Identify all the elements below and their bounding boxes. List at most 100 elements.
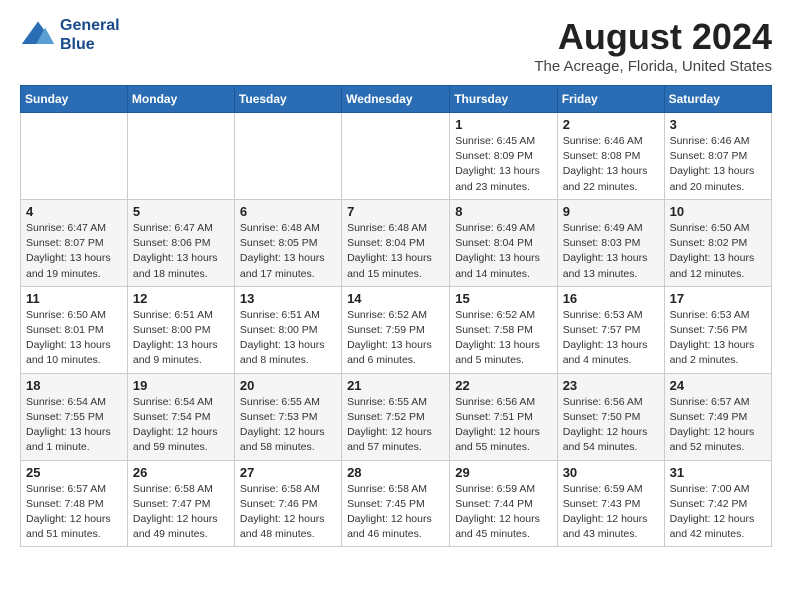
calendar-header-wednesday: Wednesday [342,86,450,113]
calendar-header-thursday: Thursday [450,86,557,113]
calendar-cell: 10Sunrise: 6:50 AM Sunset: 8:02 PM Dayli… [664,199,771,286]
day-number: 14 [347,291,444,306]
day-info: Sunrise: 6:52 AM Sunset: 7:58 PM Dayligh… [455,308,551,369]
page-header: General Blue August 2024 The Acreage, Fl… [20,16,772,75]
day-number: 2 [563,117,659,132]
day-number: 5 [133,204,229,219]
calendar-header-friday: Friday [557,86,664,113]
calendar-week-1: 1 Sunrise: 6:45 AM Sunset: 8:09 PM Daylig… [21,113,772,200]
day-info: Sunrise: 6:47 AM Sunset: 8:07 PM Dayligh… [26,221,122,282]
calendar-cell [21,113,128,200]
calendar-cell: 2 Sunrise: 6:46 AM Sunset: 8:08 PM Daylig… [557,113,664,200]
calendar-cell [234,113,341,200]
calendar-cell: 14 Sunrise: 6:52 AM Sunset: 7:59 PM Dayli… [342,286,450,373]
day-number: 25 [26,465,122,480]
day-number: 19 [133,378,229,393]
day-number: 1 [455,117,551,132]
day-info: Sunrise: 6:58 AM Sunset: 7:45 PM Dayligh… [347,482,444,543]
day-info: Sunrise: 6:46 AM Sunset: 8:07 PM Dayligh… [670,134,766,195]
day-info: Sunrise: 6:59 AM Sunset: 7:43 PM Dayligh… [563,482,659,543]
calendar-cell: 29 Sunrise: 6:59 AM Sunset: 7:44 PM Dayli… [450,460,557,547]
day-info: Sunrise: 6:57 AM Sunset: 7:49 PM Dayligh… [670,395,766,456]
calendar-header-monday: Monday [127,86,234,113]
day-number: 22 [455,378,551,393]
calendar-cell: 3 Sunrise: 6:46 AM Sunset: 8:07 PM Daylig… [664,113,771,200]
calendar-cell [127,113,234,200]
day-number: 7 [347,204,444,219]
day-info: Sunrise: 6:56 AM Sunset: 7:50 PM Dayligh… [563,395,659,456]
calendar-cell: 18Sunrise: 6:54 AM Sunset: 7:55 PM Dayli… [21,373,128,460]
calendar-cell: 5 Sunrise: 6:47 AM Sunset: 8:06 PM Daylig… [127,199,234,286]
day-info: Sunrise: 6:49 AM Sunset: 8:04 PM Dayligh… [455,221,551,282]
calendar-cell: 7 Sunrise: 6:48 AM Sunset: 8:04 PM Daylig… [342,199,450,286]
day-number: 26 [133,465,229,480]
logo: General Blue [20,16,120,54]
day-number: 17 [670,291,766,306]
calendar-week-3: 11Sunrise: 6:50 AM Sunset: 8:01 PM Dayli… [21,286,772,373]
calendar-cell: 6 Sunrise: 6:48 AM Sunset: 8:05 PM Daylig… [234,199,341,286]
calendar-cell: 30 Sunrise: 6:59 AM Sunset: 7:43 PM Dayli… [557,460,664,547]
calendar-week-5: 25Sunrise: 6:57 AM Sunset: 7:48 PM Dayli… [21,460,772,547]
day-info: Sunrise: 6:49 AM Sunset: 8:03 PM Dayligh… [563,221,659,282]
day-number: 29 [455,465,551,480]
day-info: Sunrise: 6:53 AM Sunset: 7:56 PM Dayligh… [670,308,766,369]
calendar-cell: 12 Sunrise: 6:51 AM Sunset: 8:00 PM Dayli… [127,286,234,373]
day-number: 12 [133,291,229,306]
day-info: Sunrise: 6:58 AM Sunset: 7:47 PM Dayligh… [133,482,229,543]
day-info: Sunrise: 6:48 AM Sunset: 8:04 PM Dayligh… [347,221,444,282]
calendar-cell: 9Sunrise: 6:49 AM Sunset: 8:03 PM Daylig… [557,199,664,286]
calendar: SundayMondayTuesdayWednesdayThursdayFrid… [20,85,772,547]
day-info: Sunrise: 6:52 AM Sunset: 7:59 PM Dayligh… [347,308,444,369]
day-number: 11 [26,291,122,306]
calendar-header-sunday: Sunday [21,86,128,113]
calendar-cell: 15 Sunrise: 6:52 AM Sunset: 7:58 PM Dayli… [450,286,557,373]
day-number: 24 [670,378,766,393]
day-number: 15 [455,291,551,306]
calendar-cell: 17 Sunrise: 6:53 AM Sunset: 7:56 PM Dayli… [664,286,771,373]
calendar-cell: 19 Sunrise: 6:54 AM Sunset: 7:54 PM Dayli… [127,373,234,460]
day-info: Sunrise: 6:51 AM Sunset: 8:00 PM Dayligh… [133,308,229,369]
day-info: Sunrise: 6:47 AM Sunset: 8:06 PM Dayligh… [133,221,229,282]
calendar-cell [342,113,450,200]
day-info: Sunrise: 6:59 AM Sunset: 7:44 PM Dayligh… [455,482,551,543]
day-number: 28 [347,465,444,480]
day-number: 21 [347,378,444,393]
day-info: Sunrise: 6:56 AM Sunset: 7:51 PM Dayligh… [455,395,551,456]
calendar-cell: 4Sunrise: 6:47 AM Sunset: 8:07 PM Daylig… [21,199,128,286]
day-number: 23 [563,378,659,393]
calendar-cell: 16Sunrise: 6:53 AM Sunset: 7:57 PM Dayli… [557,286,664,373]
logo-icon [20,17,56,53]
day-info: Sunrise: 6:54 AM Sunset: 7:54 PM Dayligh… [133,395,229,456]
day-number: 10 [670,204,766,219]
day-info: Sunrise: 6:48 AM Sunset: 8:05 PM Dayligh… [240,221,336,282]
day-info: Sunrise: 6:45 AM Sunset: 8:09 PM Dayligh… [455,134,551,195]
day-info: Sunrise: 6:51 AM Sunset: 8:00 PM Dayligh… [240,308,336,369]
calendar-cell: 25Sunrise: 6:57 AM Sunset: 7:48 PM Dayli… [21,460,128,547]
calendar-cell: 31 Sunrise: 7:00 AM Sunset: 7:42 PM Dayli… [664,460,771,547]
day-info: Sunrise: 7:00 AM Sunset: 7:42 PM Dayligh… [670,482,766,543]
day-info: Sunrise: 6:55 AM Sunset: 7:53 PM Dayligh… [240,395,336,456]
calendar-cell: 21 Sunrise: 6:55 AM Sunset: 7:52 PM Dayli… [342,373,450,460]
day-number: 20 [240,378,336,393]
day-number: 31 [670,465,766,480]
calendar-cell: 1 Sunrise: 6:45 AM Sunset: 8:09 PM Daylig… [450,113,557,200]
calendar-cell: 27 Sunrise: 6:58 AM Sunset: 7:46 PM Dayli… [234,460,341,547]
calendar-header-saturday: Saturday [664,86,771,113]
day-info: Sunrise: 6:53 AM Sunset: 7:57 PM Dayligh… [563,308,659,369]
day-number: 6 [240,204,336,219]
logo-text: General Blue [60,16,120,54]
day-number: 30 [563,465,659,480]
subtitle: The Acreage, Florida, United States [534,58,772,75]
calendar-header-row: SundayMondayTuesdayWednesdayThursdayFrid… [21,86,772,113]
calendar-cell: 13Sunrise: 6:51 AM Sunset: 8:00 PM Dayli… [234,286,341,373]
day-number: 3 [670,117,766,132]
calendar-cell: 22 Sunrise: 6:56 AM Sunset: 7:51 PM Dayli… [450,373,557,460]
day-info: Sunrise: 6:55 AM Sunset: 7:52 PM Dayligh… [347,395,444,456]
day-info: Sunrise: 6:58 AM Sunset: 7:46 PM Dayligh… [240,482,336,543]
calendar-cell: 24 Sunrise: 6:57 AM Sunset: 7:49 PM Dayli… [664,373,771,460]
calendar-cell: 23 Sunrise: 6:56 AM Sunset: 7:50 PM Dayli… [557,373,664,460]
day-number: 27 [240,465,336,480]
day-info: Sunrise: 6:46 AM Sunset: 8:08 PM Dayligh… [563,134,659,195]
main-title: August 2024 [534,16,772,58]
calendar-header-tuesday: Tuesday [234,86,341,113]
